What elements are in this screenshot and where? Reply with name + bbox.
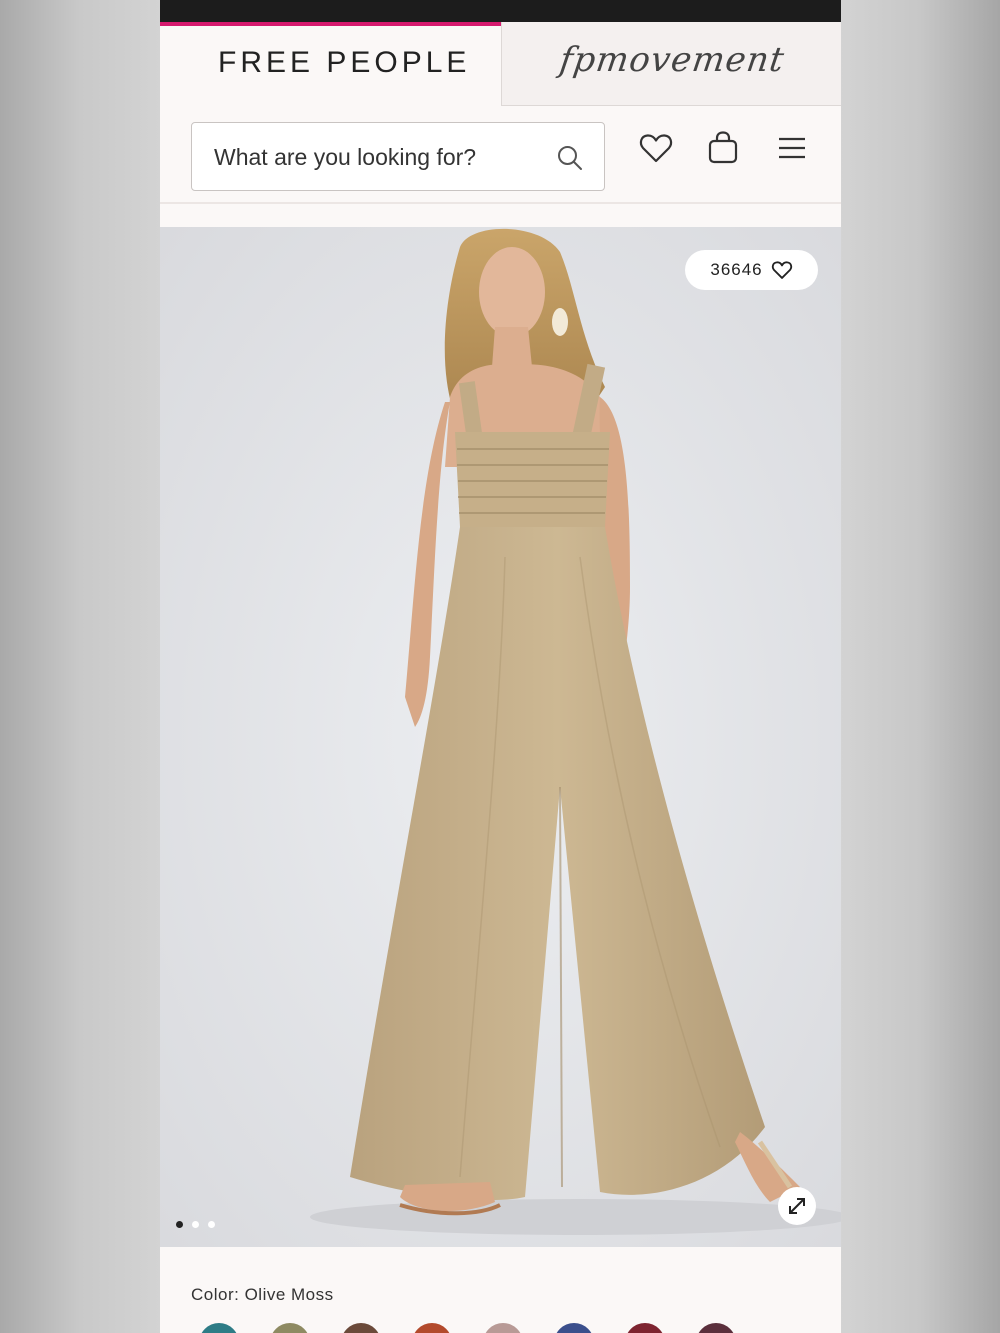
carousel-dot[interactable] <box>208 1221 215 1228</box>
color-swatch[interactable] <box>554 1323 594 1333</box>
carousel-dots <box>176 1221 215 1228</box>
tab-free-people[interactable]: FREE PEOPLE <box>160 22 501 106</box>
color-swatch[interactable] <box>270 1323 310 1333</box>
tab-fp-movement-logo: fpmovement <box>557 40 788 80</box>
carousel-dot[interactable] <box>192 1221 199 1228</box>
color-label: Color: Olive Moss <box>191 1285 334 1304</box>
expand-icon <box>789 1198 805 1214</box>
color-swatch[interactable] <box>412 1323 452 1333</box>
color-swatch[interactable] <box>483 1323 523 1333</box>
color-swatch[interactable] <box>199 1323 239 1333</box>
tab-fp-movement[interactable]: fpmovement <box>501 22 841 106</box>
tab-free-people-label: FREE PEOPLE <box>218 46 471 79</box>
search-icon[interactable] <box>556 144 584 172</box>
status-bar <box>160 0 841 22</box>
heart-icon[interactable] <box>638 130 674 166</box>
color-selector: Color: Olive Moss <box>160 1247 841 1333</box>
search-input[interactable] <box>214 139 534 175</box>
product-image[interactable]: 36646 <box>160 227 841 1247</box>
expand-image-button[interactable] <box>778 1187 816 1225</box>
heart-icon <box>771 261 792 279</box>
color-swatch[interactable] <box>696 1323 736 1333</box>
carousel-dot[interactable] <box>176 1221 183 1228</box>
like-count: 36646 <box>710 260 763 279</box>
color-swatch[interactable] <box>625 1323 665 1333</box>
search-box[interactable] <box>191 122 605 191</box>
shopping-bag-icon[interactable] <box>705 130 741 166</box>
color-swatch[interactable] <box>341 1323 381 1333</box>
like-button[interactable]: 36646 <box>685 250 818 290</box>
product-photo <box>160 227 841 1247</box>
mobile-viewport: FREE PEOPLE fpmovement What are you look… <box>160 0 841 1333</box>
brand-tabs: FREE PEOPLE fpmovement <box>160 22 841 106</box>
hamburger-menu-icon[interactable] <box>774 130 810 166</box>
